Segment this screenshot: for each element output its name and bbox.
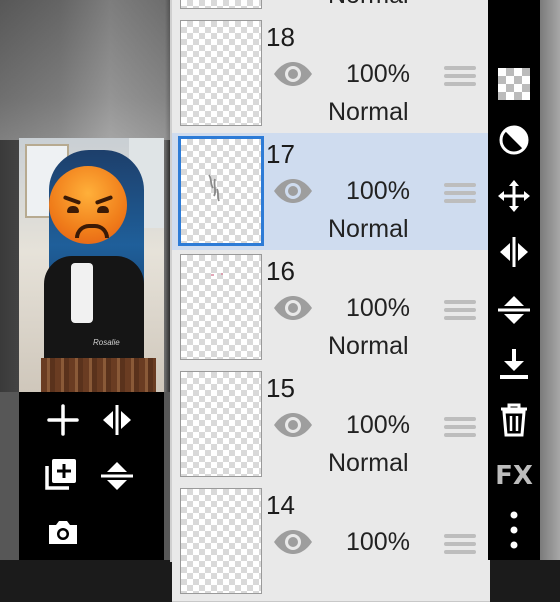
layer-row[interactable]: 15 100% Normal [172, 367, 490, 485]
layer-properties-toolbar: FX [488, 0, 540, 560]
layer-opacity[interactable]: 100% [346, 411, 410, 440]
visibility-eye-icon[interactable] [272, 177, 314, 205]
layer-thumbnail[interactable] [180, 20, 262, 126]
drag-handle-icon[interactable] [444, 62, 476, 90]
emoji-brow-right [94, 195, 114, 205]
layer-blend-mode[interactable]: Normal [328, 215, 409, 244]
visibility-eye-icon[interactable] [272, 528, 314, 556]
more-options-icon[interactable] [496, 511, 532, 549]
layer-number: 14 [266, 490, 295, 520]
layer-blend-mode[interactable]: Normal [328, 449, 409, 478]
emoji-eye-right [97, 206, 109, 213]
layer-opacity[interactable]: 100% [346, 177, 410, 206]
layer-thumbnail[interactable] [180, 371, 262, 477]
layer-row[interactable]: Normal [172, 0, 490, 17]
layer-number: 18 [266, 22, 295, 52]
layer-blend-mode[interactable]: Normal [328, 0, 409, 10]
emoji-mouth [75, 224, 109, 238]
layer-thumbnail[interactable] [180, 254, 262, 360]
emoji-brow-left [62, 195, 82, 205]
drag-handle-icon[interactable] [444, 179, 476, 207]
fx-effects-button[interactable]: FX [495, 458, 533, 494]
drag-handle-icon[interactable] [444, 413, 476, 441]
duplicate-layer-icon[interactable] [43, 456, 79, 492]
merge-down-icon[interactable] [496, 346, 532, 382]
trash-icon[interactable] [496, 402, 532, 438]
preview-signature: Rosalie [93, 338, 120, 347]
layer-blend-mode[interactable]: Normal [328, 332, 409, 361]
layer-number: 15 [266, 373, 295, 403]
flip-horizontal-icon[interactable] [99, 402, 135, 438]
preview-shirt [71, 263, 93, 323]
layer-thumbnail[interactable] [180, 0, 262, 9]
visibility-eye-icon[interactable] [272, 411, 314, 439]
layer-blend-mode[interactable]: Normal [328, 98, 409, 127]
angry-face-emoji-icon [49, 166, 127, 244]
layer-opacity[interactable]: 100% [346, 294, 410, 323]
flip-horizontal-icon[interactable] [496, 234, 532, 270]
flip-vertical-icon[interactable] [99, 458, 135, 494]
move-arrows-icon[interactable] [496, 178, 532, 214]
add-layer-icon[interactable] [45, 402, 81, 438]
transparency-checker-icon[interactable] [496, 66, 532, 102]
preview-skirt [41, 358, 156, 392]
screen-edge [540, 0, 560, 560]
layer-row[interactable]: 16 100% Normal [172, 250, 490, 368]
layer-tools-panel [19, 392, 164, 560]
visibility-eye-icon[interactable] [272, 60, 314, 88]
clipping-mask-icon[interactable] [496, 122, 532, 158]
layer-row[interactable]: 14 100% [172, 484, 490, 602]
layer-thumbnail[interactable] [180, 488, 262, 594]
layer-opacity[interactable]: 100% [346, 60, 410, 89]
drag-handle-icon[interactable] [444, 530, 476, 558]
layer-number: 17 [266, 139, 295, 169]
layer-thumbnail[interactable] [178, 136, 264, 246]
layers-panel: Normal 18 100% Normal 17 100% Normal 16 … [170, 0, 490, 602]
camera-icon[interactable] [45, 514, 81, 550]
flip-vertical-icon[interactable] [496, 292, 532, 328]
drag-handle-icon[interactable] [444, 296, 476, 324]
visibility-eye-icon[interactable] [272, 294, 314, 322]
emoji-eye-left [67, 206, 79, 213]
backdrop-shade [0, 0, 170, 140]
layer-row-selected[interactable]: 17 100% Normal [172, 133, 490, 251]
layer-number: 16 [266, 256, 295, 286]
canvas-preview[interactable]: Rosalie [19, 138, 164, 392]
layer-row[interactable]: 18 100% Normal [172, 16, 490, 134]
layer-opacity[interactable]: 100% [346, 528, 410, 557]
